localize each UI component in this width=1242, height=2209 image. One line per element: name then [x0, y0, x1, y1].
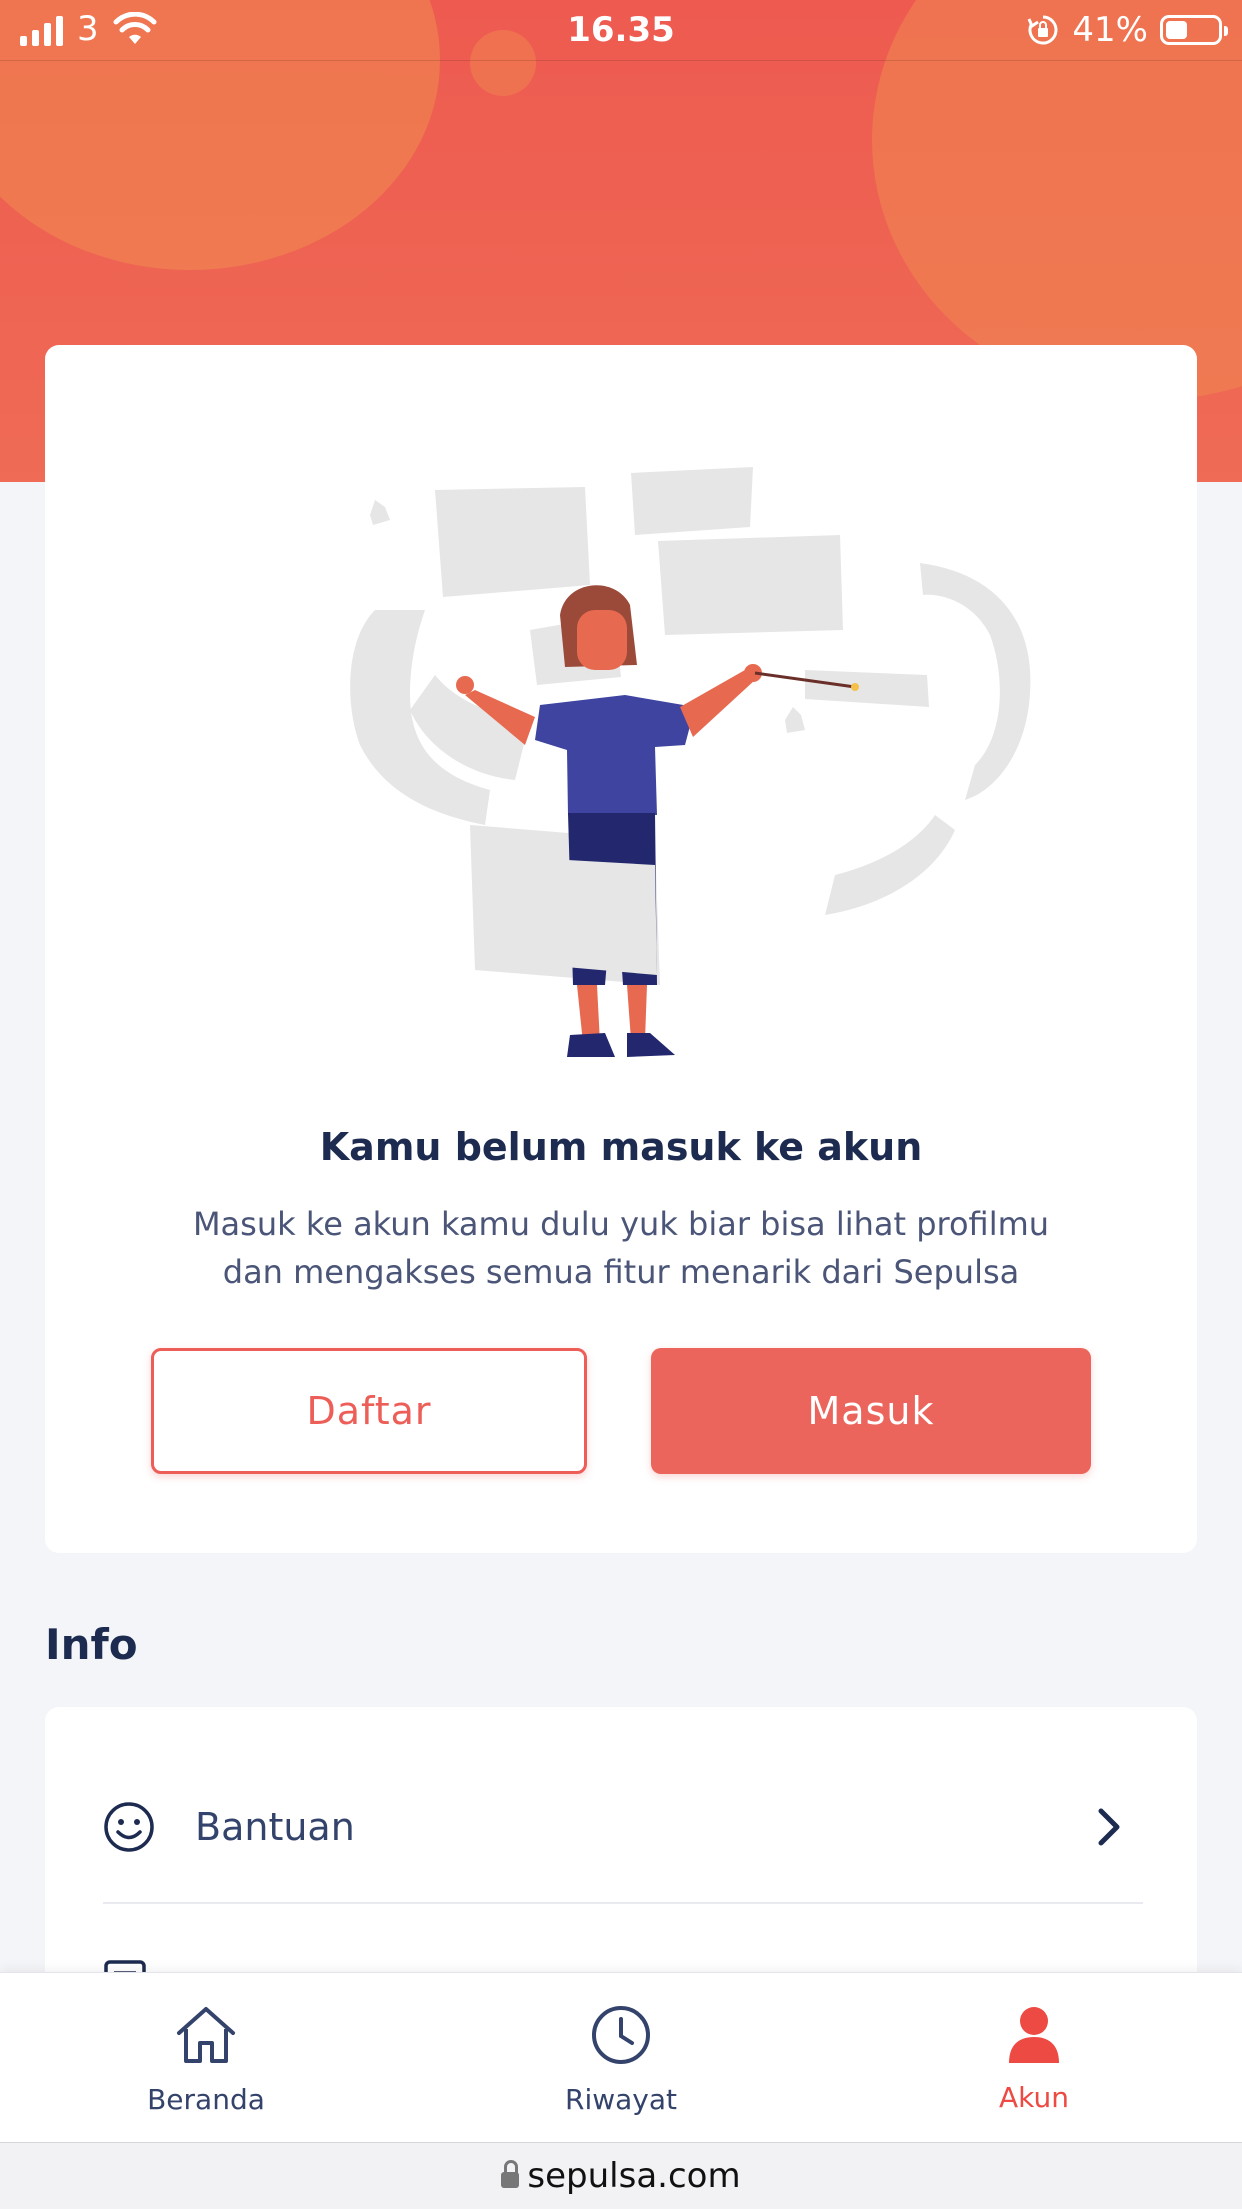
divider	[103, 1902, 1143, 1904]
browser-url-bar[interactable]: sepulsa.com	[0, 2142, 1242, 2209]
description-line: dan mengakses semua fitur menarik dari S…	[222, 1253, 1020, 1291]
info-item-bantuan[interactable]: Bantuan	[103, 1787, 1143, 1867]
status-right: 41%	[1026, 10, 1228, 50]
register-button[interactable]: Daftar	[151, 1348, 587, 1474]
status-bar: 3 16.35 41%	[0, 0, 1242, 61]
login-prompt-title: Kamu belum masuk ke akun	[319, 1125, 923, 1169]
nav-item-akun[interactable]: Akun	[934, 2003, 1134, 2114]
login-prompt-card: Kamu belum masuk ke akun Masuk ke akun k…	[45, 345, 1197, 1553]
home-icon	[177, 2007, 235, 2063]
nav-label: Beranda	[147, 2083, 265, 2116]
login-prompt-description: Masuk ke akun kamu dulu yuk biar bisa li…	[145, 1200, 1097, 1296]
user-icon	[1009, 2007, 1059, 2063]
nav-label: Riwayat	[565, 2083, 677, 2116]
battery-icon	[1160, 15, 1228, 45]
info-item-label: Bantuan	[195, 1805, 355, 1849]
info-section-title: Info	[45, 1620, 138, 1669]
nav-item-riwayat[interactable]: Riwayat	[521, 2003, 721, 2116]
rotation-lock-icon	[1028, 15, 1058, 45]
battery-percent: 41%	[1072, 10, 1148, 50]
bottom-navigation: Beranda Riwayat Akun	[0, 1972, 1242, 2143]
clock-icon	[592, 2006, 650, 2064]
smiley-icon	[104, 1802, 154, 1852]
nav-item-beranda[interactable]: Beranda	[106, 2003, 306, 2116]
chevron-right-icon	[1098, 1808, 1120, 1846]
login-button[interactable]: Masuk	[651, 1348, 1091, 1474]
description-line: Masuk ke akun kamu dulu yuk biar bisa li…	[192, 1205, 1050, 1243]
lock-icon	[501, 2160, 520, 2188]
nav-label: Akun	[999, 2081, 1069, 2114]
info-card: Bantuan	[45, 1707, 1197, 2007]
login-illustration	[350, 467, 1031, 1057]
url-text: sepulsa.com	[527, 2156, 741, 2196]
